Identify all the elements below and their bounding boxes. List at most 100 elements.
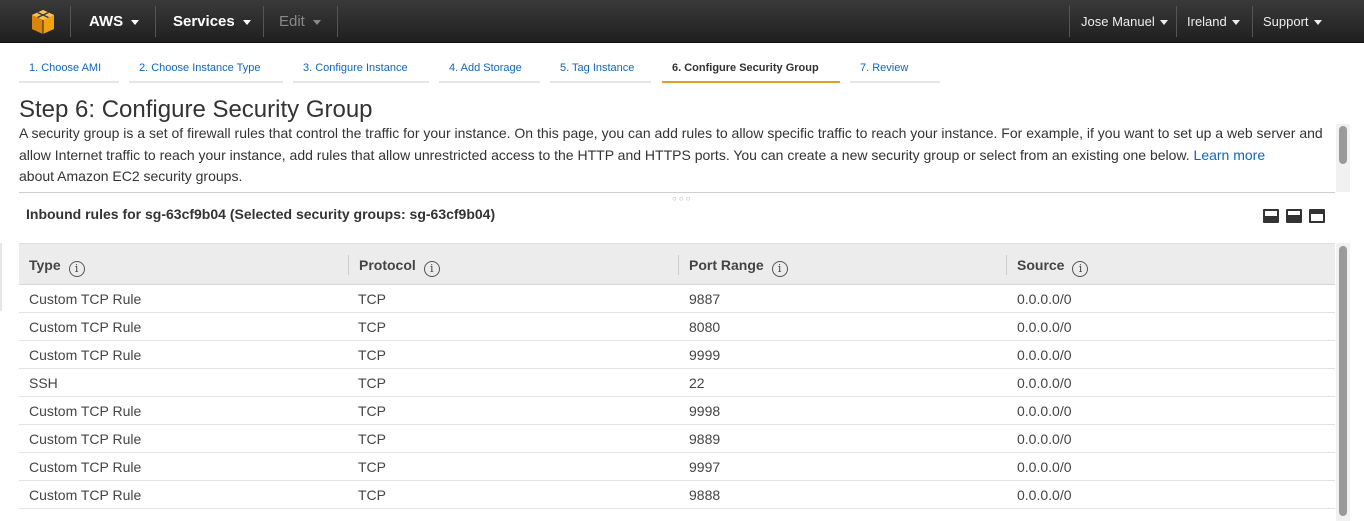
info-icon[interactable]: i (771, 261, 788, 277)
wizard-tab-configure-instance[interactable]: 3. Configure Instance (293, 57, 429, 83)
nav-separator (263, 6, 264, 37)
table-row[interactable]: Custom TCP Rule TCP 9889 0.0.0.0/0 (19, 425, 1335, 453)
support-menu[interactable]: Support (1263, 0, 1322, 43)
column-header-port-range[interactable]: Port Range i (679, 244, 1007, 286)
cell-source: 0.0.0.0/0 (1017, 487, 1072, 503)
edit-menu[interactable]: Edit (279, 0, 321, 43)
user-menu[interactable]: Jose Manuel (1081, 0, 1168, 43)
cell-source: 0.0.0.0/0 (1017, 403, 1072, 419)
cell-protocol: TCP (358, 319, 386, 335)
layout-top-icon[interactable] (1309, 209, 1325, 223)
cell-type: Custom TCP Rule (29, 487, 142, 503)
cell-type: Custom TCP Rule (29, 319, 142, 335)
cell-protocol: TCP (358, 459, 386, 475)
layout-bottom-icon[interactable] (1263, 209, 1279, 223)
user-menu-label: Jose Manuel (1081, 14, 1155, 29)
top-navbar: AWS Services Edit Jose Manuel Ireland Su… (0, 0, 1364, 43)
panel-edge (0, 243, 2, 311)
description-text: A security group is a set of firewall ru… (19, 125, 1323, 163)
layout-half-icon[interactable] (1286, 209, 1302, 223)
wizard-tab-add-storage[interactable]: 4. Add Storage (439, 57, 540, 83)
cell-source: 0.0.0.0/0 (1017, 291, 1072, 307)
cell-port-range: 9887 (689, 291, 721, 307)
region-menu-label: Ireland (1187, 14, 1227, 29)
cell-source: 0.0.0.0/0 (1017, 319, 1072, 335)
table-header: Type i Protocol i Port Range i Source i (19, 243, 1335, 285)
wizard-tab-instance-type[interactable]: 2. Choose Instance Type (129, 57, 283, 83)
cell-port-range: 22 (689, 375, 705, 391)
cell-protocol: TCP (358, 375, 386, 391)
info-icon[interactable]: i (68, 261, 85, 277)
cell-port-range: 9999 (689, 347, 721, 363)
cell-type: Custom TCP Rule (29, 459, 142, 475)
nav-separator (155, 6, 156, 37)
table-scrollbar[interactable] (1336, 243, 1350, 521)
wizard-tab-choose-ami[interactable]: 1. Choose AMI (19, 57, 119, 83)
cell-port-range: 9998 (689, 403, 721, 419)
info-icon[interactable]: i (1072, 261, 1089, 277)
table-row[interactable]: Custom TCP Rule TCP 8080 0.0.0.0/0 (19, 313, 1335, 341)
chevron-down-icon (1313, 20, 1322, 26)
aws-menu-label: AWS (89, 13, 124, 30)
chevron-down-icon (1231, 20, 1240, 26)
nav-separator (70, 6, 71, 37)
cell-protocol: TCP (358, 291, 386, 307)
chevron-down-icon (131, 19, 140, 25)
scrollbar-thumb[interactable] (1339, 246, 1347, 516)
services-menu-label: Services (173, 13, 235, 30)
cell-protocol: TCP (358, 487, 386, 503)
aws-cube-icon[interactable] (30, 9, 56, 35)
panel-title: Inbound rules for sg-63cf9b04 (Selected … (26, 206, 496, 222)
column-label: Protocol (359, 257, 416, 273)
services-menu[interactable]: Services (173, 0, 251, 43)
cell-source: 0.0.0.0/0 (1017, 375, 1072, 391)
nav-separator (337, 6, 338, 37)
column-header-source[interactable]: Source i (1007, 244, 1335, 286)
cell-source: 0.0.0.0/0 (1017, 431, 1072, 447)
cell-type: Custom TCP Rule (29, 291, 142, 307)
resize-divider[interactable] (19, 192, 1335, 193)
nav-separator (1252, 6, 1253, 37)
region-menu[interactable]: Ireland (1187, 0, 1240, 43)
page-description: A security group is a set of firewall ru… (19, 123, 1331, 188)
table-row[interactable]: Custom TCP Rule TCP 9999 0.0.0.0/0 (19, 341, 1335, 369)
cell-port-range: 9889 (689, 431, 721, 447)
cell-type: Custom TCP Rule (29, 431, 142, 447)
chevron-down-icon (312, 19, 321, 25)
table-row[interactable]: Custom TCP Rule TCP 9887 0.0.0.0/0 (19, 285, 1335, 313)
cell-source: 0.0.0.0/0 (1017, 347, 1072, 363)
page-title: Step 6: Configure Security Group (19, 96, 373, 123)
cell-port-range: 9888 (689, 487, 721, 503)
column-header-protocol[interactable]: Protocol i (349, 244, 679, 286)
table-row[interactable]: Custom TCP Rule TCP 9998 0.0.0.0/0 (19, 397, 1335, 425)
scrollbar-thumb[interactable] (1339, 126, 1347, 164)
description-scrollbar[interactable] (1336, 124, 1350, 192)
wizard-tab-security-group[interactable]: 6. Configure Security Group (662, 57, 840, 83)
cell-port-range: 8080 (689, 319, 721, 335)
wizard-tab-review[interactable]: 7. Review (850, 57, 940, 83)
learn-more-link[interactable]: Learn more (1194, 147, 1266, 163)
edit-menu-label: Edit (279, 13, 305, 30)
table-row[interactable]: Custom TCP Rule TCP 9997 0.0.0.0/0 (19, 453, 1335, 481)
column-label: Port Range (689, 257, 764, 273)
column-label: Source (1017, 257, 1065, 273)
cell-protocol: TCP (358, 347, 386, 363)
info-icon[interactable]: i (423, 261, 440, 277)
description-text-end: about Amazon EC2 security groups. (19, 168, 243, 184)
cell-port-range: 9997 (689, 459, 721, 475)
cell-type: Custom TCP Rule (29, 403, 142, 419)
table-row[interactable]: SSH TCP 22 0.0.0.0/0 (19, 369, 1335, 397)
wizard-tab-tag-instance[interactable]: 5. Tag Instance (550, 57, 651, 83)
column-header-type[interactable]: Type i (19, 244, 348, 286)
chevron-down-icon (1159, 20, 1168, 26)
cell-protocol: TCP (358, 431, 386, 447)
column-label: Type (29, 257, 61, 273)
nav-separator (1069, 6, 1070, 37)
cell-source: 0.0.0.0/0 (1017, 459, 1072, 475)
nav-separator (1176, 6, 1177, 37)
aws-menu[interactable]: AWS (89, 0, 140, 43)
table-row[interactable]: Custom TCP Rule TCP 9888 0.0.0.0/0 (19, 481, 1335, 509)
cell-type: SSH (29, 375, 58, 391)
cell-type: Custom TCP Rule (29, 347, 142, 363)
cell-protocol: TCP (358, 403, 386, 419)
